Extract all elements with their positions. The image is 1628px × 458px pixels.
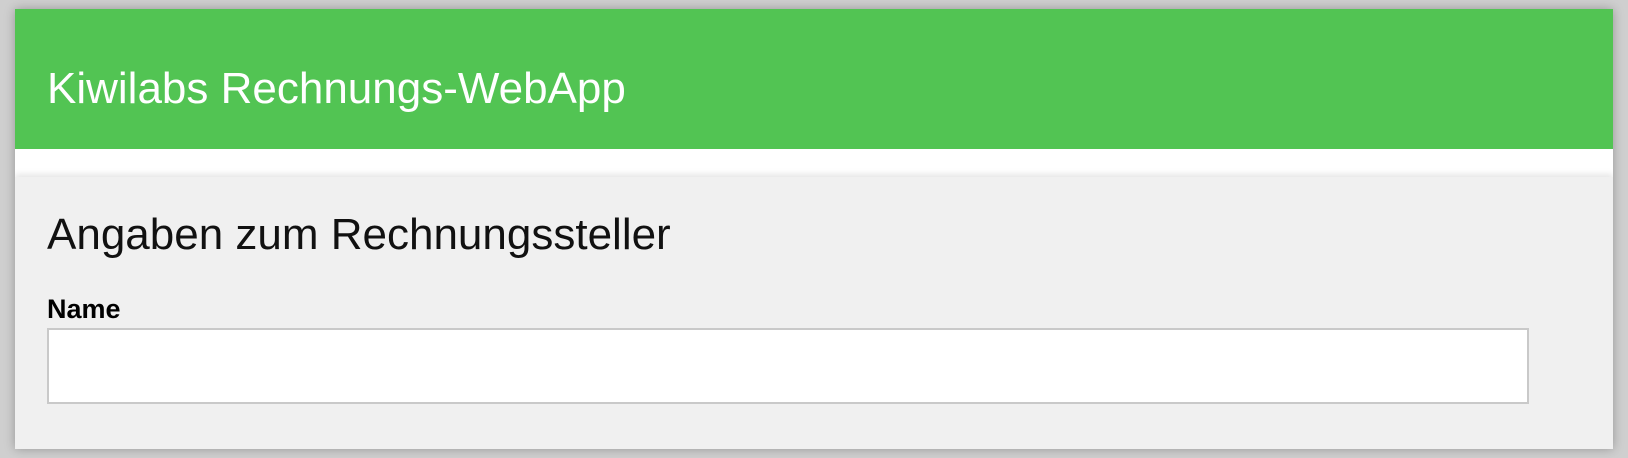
app-header: Kiwilabs Rechnungs-WebApp [15, 9, 1613, 149]
header-spacer [15, 149, 1613, 177]
name-input[interactable] [47, 328, 1529, 404]
app-title: Kiwilabs Rechnungs-WebApp [47, 64, 626, 113]
section-title: Angaben zum Rechnungssteller [47, 210, 671, 259]
invoice-issuer-section: Angaben zum Rechnungssteller Name [15, 177, 1613, 449]
name-field-label: Name [47, 294, 121, 324]
app-window: Kiwilabs Rechnungs-WebApp Angaben zum Re… [15, 9, 1613, 449]
